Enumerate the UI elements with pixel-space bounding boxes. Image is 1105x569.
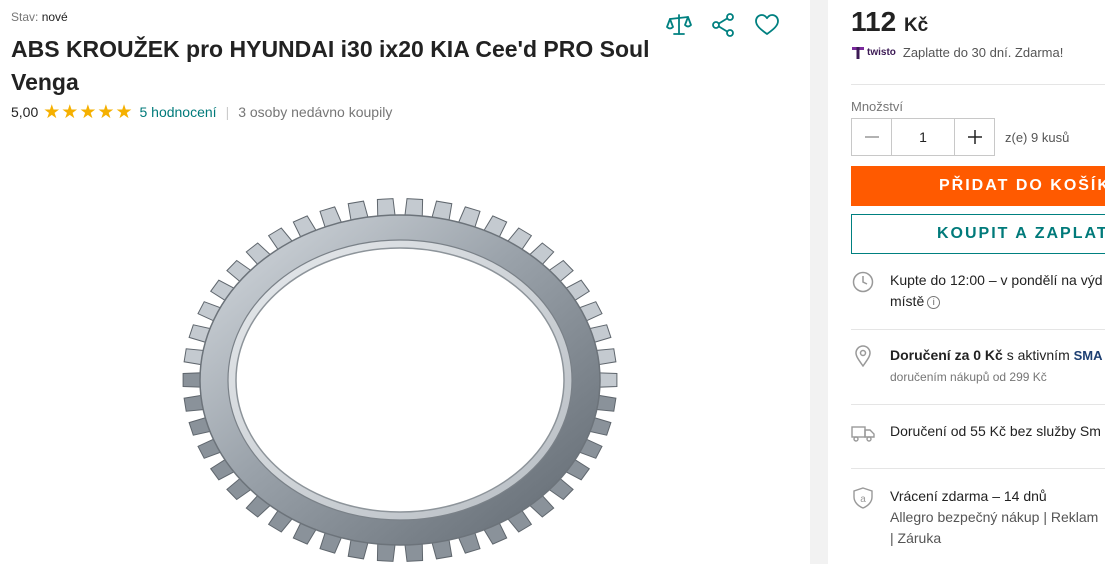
twisto-offer[interactable]: twisto Zaplatte do 30 dní. Zdarma!: [851, 45, 1063, 60]
condition-line: Stav: nové: [11, 10, 68, 24]
plus-icon: [967, 130, 982, 144]
twisto-text: Zaplatte do 30 dní. Zdarma!: [902, 45, 1064, 60]
smart-brand[interactable]: SMA: [1074, 348, 1103, 363]
star-icon: ★: [79, 101, 97, 123]
abs-ring-image: [182, 198, 618, 562]
shield-icon: a: [851, 486, 875, 510]
purchase-panel: 112 Kč twisto Zaplatte do 30 dní. Zdarma…: [828, 0, 1105, 564]
svg-text:a: a: [860, 494, 866, 505]
returns-line2[interactable]: Allegro bezpečný nákup | Reklam: [890, 507, 1098, 528]
star-icon: ★: [61, 101, 79, 123]
delivery-time-line1: Kupte do 12:00 – v pondělí na výd: [890, 272, 1103, 288]
quantity-input[interactable]: [891, 119, 955, 155]
info-icon[interactable]: i: [927, 296, 941, 309]
add-to-cart-label: PŘIDAT DO KOŠÍK: [939, 177, 1105, 194]
buy-now-button[interactable]: KOUPIT A ZAPLAT: [851, 214, 1105, 254]
add-to-cart-button[interactable]: PŘIDAT DO KOŠÍK: [851, 166, 1105, 206]
share-icon[interactable]: [708, 10, 738, 40]
buy-now-label: KOUPIT A ZAPLAT: [937, 225, 1105, 242]
twisto-brand: twisto: [867, 47, 896, 58]
product-actions: [664, 10, 782, 40]
condition-label: Stav:: [11, 10, 39, 24]
quantity-label: Množství: [851, 99, 904, 114]
divider-line: [851, 329, 1105, 330]
rating-value: 5,00: [11, 104, 39, 120]
decrease-quantity-button[interactable]: [852, 119, 891, 155]
paid-delivery-text: Doručení od 55 Kč bez služby Sm: [890, 423, 1101, 439]
heart-icon[interactable]: [752, 10, 782, 40]
product-main-section: Stav: nové ABS KROUŽEK pro HYUNDAI i30 i…: [0, 0, 810, 564]
price-value: 112: [851, 6, 897, 37]
price-currency: Kč: [903, 15, 929, 36]
reviews-link[interactable]: 5 hodnocení: [139, 104, 216, 120]
twisto-logo-icon: twisto: [851, 46, 898, 60]
product-title: ABS KROUŽEK pro HYUNDAI i30 ix20 KIA Cee…: [11, 36, 650, 95]
column-divider: [810, 0, 828, 564]
clock-icon: [851, 270, 875, 294]
rating-row: 5,00 ★ ★ ★ ★ ★ 5 hodnocení | 3 osoby ned…: [11, 102, 392, 122]
minus-icon: [864, 136, 879, 138]
free-delivery-bold: Doručení za 0 Kč: [890, 347, 1003, 363]
star-icon: ★: [43, 101, 61, 123]
delivery-time-line2: místě i: [890, 291, 1103, 312]
separator: |: [225, 104, 230, 120]
returns-line1: Vrácení zdarma – 14 dnů: [890, 488, 1047, 504]
product-image[interactable]: [40, 140, 720, 564]
condition-value: nové: [41, 10, 68, 24]
delivery-time-text: Kupte do 12:00 – v pondělí na výd místě i: [890, 270, 1103, 312]
truck-icon: [851, 421, 875, 445]
rating-stars: ★ ★ ★ ★ ★: [43, 103, 133, 122]
quantity-stepper: [851, 118, 995, 156]
divider-line: [851, 84, 1105, 85]
star-icon: ★: [115, 101, 133, 123]
returns-text: Vrácení zdarma – 14 dnů Allegro bezpečný…: [890, 486, 1098, 549]
free-delivery-sub: doručením nákupů od 299 Kč: [890, 370, 1047, 384]
star-icon: ★: [97, 101, 115, 123]
divider-line: [851, 468, 1105, 469]
free-delivery-middle: s aktivním: [1002, 347, 1074, 363]
availability: z(e) 9 kusů: [1005, 130, 1070, 145]
location-pin-icon: [851, 344, 875, 368]
recent-buyers: 3 osoby nedávno koupily: [238, 104, 393, 120]
divider-line: [851, 404, 1105, 405]
returns-line3[interactable]: | Záruka: [890, 528, 1098, 549]
free-delivery-text: Doručení za 0 Kč s aktivním SMA: [890, 345, 1103, 366]
price: 112 Kč: [851, 6, 928, 38]
scales-icon[interactable]: [664, 10, 694, 40]
increase-quantity-button[interactable]: [955, 119, 994, 155]
delivery-place: místě: [890, 293, 925, 309]
